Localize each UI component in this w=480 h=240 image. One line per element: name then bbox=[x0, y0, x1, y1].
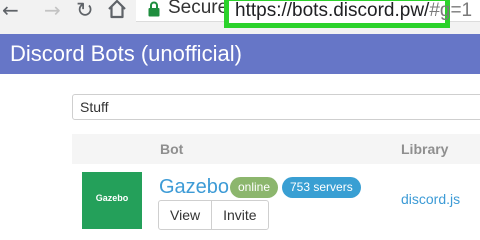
search-input[interactable] bbox=[72, 94, 480, 120]
site-header: Discord Bots (unofficial) bbox=[0, 34, 480, 74]
avatar-text: Gazebo bbox=[95, 193, 129, 203]
table-row: Gazebo Gazebo online 753 servers View In… bbox=[72, 164, 480, 240]
bot-action-buttons: View Invite bbox=[158, 200, 269, 230]
column-header-bot: Bot bbox=[160, 141, 184, 157]
server-count-badge: 753 servers bbox=[282, 177, 361, 198]
view-button[interactable]: View bbox=[159, 201, 211, 229]
home-icon[interactable] bbox=[106, 0, 128, 20]
table-header: Bot Library bbox=[72, 134, 480, 164]
bot-name-link[interactable]: Gazebo bbox=[159, 176, 229, 199]
site-title[interactable]: Discord Bots (unofficial) bbox=[10, 41, 242, 67]
forward-arrow-icon[interactable]: → bbox=[44, 0, 61, 22]
lock-icon bbox=[148, 1, 160, 17]
column-header-library: Library bbox=[401, 141, 449, 157]
url-main: https://bots.discord.pw/ bbox=[235, 0, 430, 21]
url-highlight-box[interactable]: https://bots.discord.pw/#g=1 bbox=[224, 0, 472, 28]
status-badge: online bbox=[230, 177, 279, 198]
secure-label: Secure bbox=[168, 0, 229, 18]
invite-button[interactable]: Invite bbox=[211, 201, 267, 229]
main-content: Bot Library Gazebo Gazebo online 753 ser… bbox=[0, 74, 480, 240]
browser-toolbar: ← → ↻ Secure https://bots.discord.pw/#g=… bbox=[0, 0, 480, 34]
url-hash: #g=1 bbox=[429, 0, 473, 21]
url-text[interactable]: https://bots.discord.pw/#g=1 bbox=[235, 0, 472, 22]
library-link[interactable]: discord.js bbox=[401, 191, 460, 207]
reload-icon[interactable]: ↻ bbox=[76, 0, 94, 22]
back-arrow-icon[interactable]: ← bbox=[2, 0, 19, 22]
bot-avatar[interactable]: Gazebo bbox=[82, 172, 142, 229]
